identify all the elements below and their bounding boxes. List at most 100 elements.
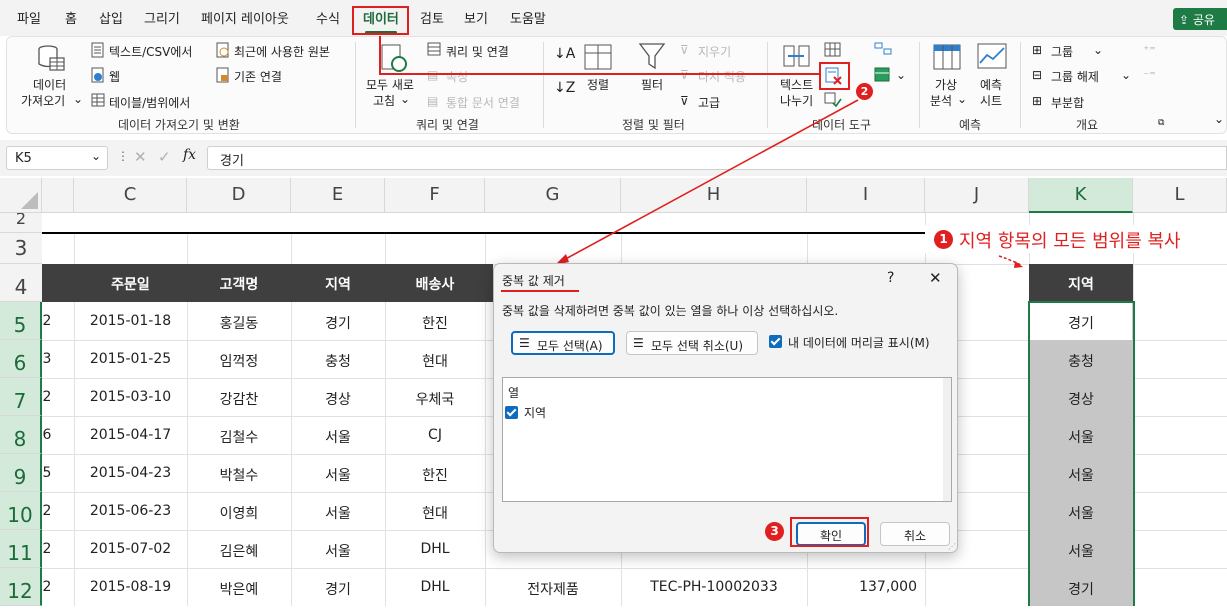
cell-k4[interactable]: 지역 <box>1029 274 1133 294</box>
cell-b11[interactable]: 2 <box>42 541 52 557</box>
insert-function-button[interactable]: fx <box>183 147 196 163</box>
cell-k10[interactable]: 서울 <box>1029 503 1133 523</box>
tab-draw[interactable]: 그리기 <box>144 8 180 27</box>
cell-k7[interactable]: 경상 <box>1029 389 1133 409</box>
hide-detail-icon[interactable]: ⁻⁼ <box>1143 68 1156 82</box>
column-header-f[interactable]: F <box>385 178 485 213</box>
show-detail-icon[interactable]: ⁺⁼ <box>1143 43 1156 57</box>
tab-insert[interactable]: 삽입 <box>99 8 123 27</box>
cell-d11[interactable]: 김은혜 <box>187 541 291 561</box>
cell-f11[interactable]: DHL <box>385 541 485 557</box>
recent-sources-button[interactable]: 최근에 사용한 원본 <box>234 43 330 60</box>
tab-help[interactable]: 도움말 <box>510 8 546 27</box>
row-header-8[interactable]: 8 <box>0 416 42 454</box>
group-button[interactable]: 그룹 <box>1051 43 1073 60</box>
remove-duplicates-icon[interactable] <box>825 67 843 85</box>
formula-input[interactable]: 경기 <box>207 146 1227 170</box>
unselect-all-button[interactable]: ☰ 모두 선택 취소(U) <box>626 331 758 355</box>
row-header-9[interactable]: 9 <box>0 454 42 492</box>
cell-b6[interactable]: 3 <box>42 351 52 367</box>
chevron-down-icon[interactable]: ⌄ <box>91 149 101 163</box>
cell-e9[interactable]: 서울 <box>291 465 385 485</box>
cell-b9[interactable]: 5 <box>42 465 52 481</box>
collapse-ribbon-icon[interactable]: ⌄ <box>1214 112 1224 126</box>
cell-d7[interactable]: 강감찬 <box>187 389 291 409</box>
cancel-icon[interactable]: ✕ <box>134 148 147 166</box>
tab-review[interactable]: 검토 <box>420 8 444 27</box>
row-header-2[interactable]: 2 <box>0 213 42 233</box>
cell-h12[interactable]: TEC-PH-10002033 <box>621 579 807 595</box>
cell-f12[interactable]: DHL <box>385 579 485 595</box>
cell-d9[interactable]: 박철수 <box>187 465 291 485</box>
cell-i12[interactable]: 137,000 <box>807 579 917 595</box>
cell-b7[interactable]: 2 <box>42 389 52 405</box>
cell-e12[interactable]: 경기 <box>291 579 385 599</box>
row-header-10[interactable]: 10 <box>0 492 42 530</box>
cell-k6[interactable]: 충청 <box>1029 351 1133 371</box>
subtotal-button[interactable]: 부분합 <box>1051 94 1084 111</box>
cell-k5[interactable]: 경기 <box>1029 313 1133 333</box>
close-button[interactable]: ✕ <box>929 269 942 287</box>
row-header-4[interactable]: 4 <box>0 264 42 302</box>
cell-f8[interactable]: CJ <box>385 427 485 443</box>
ungroup-button[interactable]: 그룹 해제 <box>1051 68 1099 85</box>
properties-button[interactable]: 속성 <box>446 68 468 85</box>
edit-links-button[interactable]: 통합 문서 연결 <box>446 94 520 111</box>
row-header-3[interactable]: 3 <box>0 233 42 264</box>
tab-page-layout[interactable]: 페이지 레이아웃 <box>201 8 289 27</box>
text-to-columns-label-2[interactable]: 나누기 <box>780 92 813 109</box>
cell-c8[interactable]: 2015-04-17 <box>74 427 187 443</box>
sort-ascending-icon[interactable]: ↓A <box>554 46 575 62</box>
cell-d8[interactable]: 김철수 <box>187 427 291 447</box>
cell-k8[interactable]: 서울 <box>1029 427 1133 447</box>
cell-c5[interactable]: 2015-01-18 <box>74 313 187 329</box>
column-header-j[interactable]: J <box>925 178 1029 213</box>
cell-f7[interactable]: 우체국 <box>385 389 485 409</box>
cell-c11[interactable]: 2015-07-02 <box>74 541 187 557</box>
cell-e11[interactable]: 서울 <box>291 541 385 561</box>
cell-c7[interactable]: 2015-03-10 <box>74 389 187 405</box>
what-if-label-1[interactable]: 가상 <box>935 76 957 93</box>
resize-grip-icon[interactable]: ⋰ <box>948 542 956 551</box>
cell-e10[interactable]: 서울 <box>291 503 385 523</box>
sort-descending-icon[interactable]: ↓Z <box>554 80 575 96</box>
forecast-sheet-label-2[interactable]: 시트 <box>980 92 1002 109</box>
cell-f6[interactable]: 현대 <box>385 351 485 371</box>
cell-f5[interactable]: 한진 <box>385 313 485 333</box>
cell-k12[interactable]: 경기 <box>1029 579 1133 599</box>
tab-formulas[interactable]: 수식 <box>316 8 340 27</box>
cell-k11[interactable]: 서울 <box>1029 541 1133 561</box>
column-header-c[interactable]: C <box>74 178 187 213</box>
cell-g12[interactable]: 전자제품 <box>485 579 621 599</box>
cell-f9[interactable]: 한진 <box>385 465 485 485</box>
select-all-corner[interactable] <box>0 178 42 213</box>
advanced-filter-button[interactable]: 고급 <box>698 94 720 111</box>
tab-file[interactable]: 파일 <box>17 8 41 27</box>
cell-f10[interactable]: 현대 <box>385 503 485 523</box>
column-header-l[interactable]: L <box>1133 178 1227 213</box>
column-header-d[interactable]: D <box>187 178 291 213</box>
cell-c12[interactable]: 2015-08-19 <box>74 579 187 595</box>
row-header-11[interactable]: 11 <box>0 530 42 568</box>
cell-c10[interactable]: 2015-06-23 <box>74 503 187 519</box>
dialog-launcher-icon[interactable]: ⧉ <box>1158 118 1164 128</box>
existing-connections-button[interactable]: 기존 연결 <box>234 68 282 85</box>
more-options-icon[interactable]: ⋮ <box>117 149 129 163</box>
column-header-h[interactable]: H <box>621 178 807 213</box>
tab-view[interactable]: 보기 <box>464 8 488 27</box>
what-if-label-2[interactable]: 분석 <box>930 92 952 109</box>
cell-e7[interactable]: 경상 <box>291 389 385 409</box>
row-header-12[interactable]: 12 <box>0 568 42 606</box>
column-header-k[interactable]: K <box>1029 178 1133 213</box>
get-data-label-2[interactable]: 가져오기 <box>21 92 65 109</box>
cell-b5[interactable]: 2 <box>42 313 52 329</box>
from-table-range-button[interactable]: 테이블/범위에서 <box>109 94 190 111</box>
row-header-6[interactable]: 6 <box>0 340 42 378</box>
cell-d5[interactable]: 홍길동 <box>187 313 291 333</box>
from-web-button[interactable]: 웹 <box>109 68 120 85</box>
cell-b12[interactable]: 2 <box>42 579 52 595</box>
row-header-5[interactable]: 5 <box>0 302 42 340</box>
share-button[interactable]: ⇪ 공유 <box>1173 8 1227 30</box>
cell-d6[interactable]: 임꺽정 <box>187 351 291 371</box>
refresh-all-label-2[interactable]: 고침 <box>373 92 395 109</box>
